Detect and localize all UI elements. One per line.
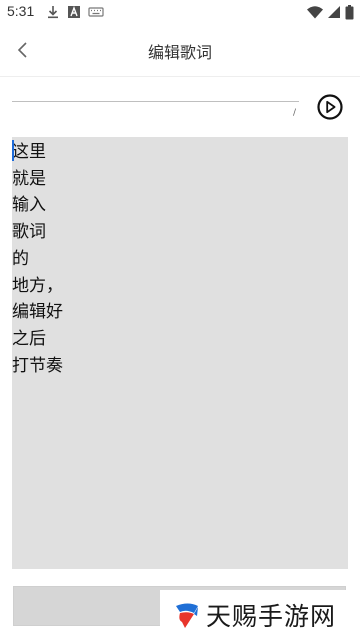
battery-icon xyxy=(345,4,354,19)
page-title: 编辑歌词 xyxy=(147,43,212,62)
lyrics-editor[interactable]: 这里 就是 输入 歌词 的 地方， 编辑好 之后 打节奏 xyxy=(12,137,348,569)
a-notification-icon xyxy=(68,6,80,18)
text-caret xyxy=(12,140,14,161)
download-icon xyxy=(48,6,58,19)
song-title-input[interactable] xyxy=(12,82,299,102)
app-header: 编辑歌词 xyxy=(0,24,360,76)
play-circle-icon[interactable] xyxy=(316,93,344,121)
wifi-icon xyxy=(307,6,323,19)
header-divider xyxy=(0,76,360,77)
lyrics-text[interactable]: 这里 就是 输入 歌词 的 地方， 编辑好 之后 打节奏 xyxy=(12,137,348,379)
keyboard-icon xyxy=(88,7,104,17)
status-right-icons xyxy=(307,4,354,20)
status-time: 5:31 xyxy=(7,3,35,19)
watermark-logo-icon xyxy=(176,603,198,628)
watermark-text: 天赐手游网 xyxy=(206,601,337,631)
status-bar: 5:31 xyxy=(0,0,360,24)
input-mark: / xyxy=(293,108,297,118)
watermark: 天赐手游网 xyxy=(160,590,360,639)
signal-icon xyxy=(328,6,340,18)
